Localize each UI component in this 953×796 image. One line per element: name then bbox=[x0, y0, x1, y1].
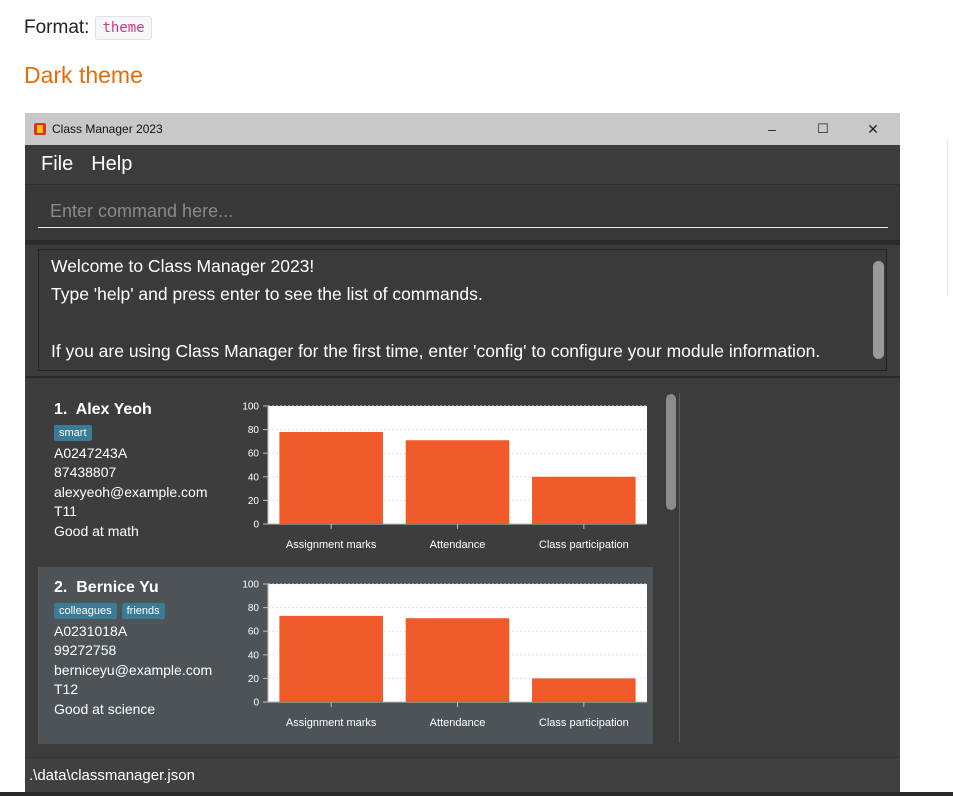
tag-list: smart bbox=[54, 425, 92, 441]
bar bbox=[405, 440, 510, 524]
section-heading: Dark theme bbox=[24, 62, 143, 88]
y-tick-label: 100 bbox=[242, 402, 259, 413]
student-card[interactable]: 2. Bernice Yu colleagues friends A023101… bbox=[38, 567, 663, 744]
tag: colleagues bbox=[54, 603, 117, 619]
student-chart: 0 20 40 60 80 100 Assignment marks Attendance Cl… bbox=[242, 402, 647, 551]
data-file-path: .\data\classmanager.json bbox=[29, 767, 195, 784]
tag: friends bbox=[121, 603, 165, 619]
y-tick-label: 80 bbox=[248, 425, 260, 436]
title-bar[interactable]: Class Manager 2023 – ☐ ✕ bbox=[25, 113, 900, 145]
bar bbox=[532, 476, 636, 524]
bar bbox=[279, 615, 383, 702]
student-email: alexyeoh@example.com bbox=[54, 484, 208, 500]
command-box bbox=[25, 185, 900, 245]
menu-bar: File Help bbox=[25, 145, 900, 185]
y-tick-label: 60 bbox=[248, 449, 260, 460]
panel-divider bbox=[25, 376, 900, 378]
command-input[interactable] bbox=[38, 195, 888, 228]
side-panel-edge bbox=[947, 140, 953, 295]
tag: smart bbox=[54, 425, 92, 441]
student-class: T12 bbox=[54, 681, 79, 697]
student-number: A0247243A bbox=[54, 445, 128, 461]
y-tick-label: 20 bbox=[248, 674, 260, 685]
x-tick-label: Assignment marks bbox=[286, 539, 377, 551]
window-title: Class Manager 2023 bbox=[52, 122, 163, 136]
tag-list: colleagues friends bbox=[54, 603, 165, 619]
y-tick-label: 80 bbox=[248, 603, 260, 614]
bar bbox=[279, 431, 383, 524]
student-name: 2. Bernice Yu bbox=[54, 579, 159, 596]
x-tick-label: Assignment marks bbox=[286, 717, 377, 729]
y-tick-label: 20 bbox=[248, 496, 260, 507]
status-bar: .\data\classmanager.json bbox=[25, 757, 900, 792]
bar bbox=[405, 618, 510, 702]
maximize-button[interactable]: ☐ bbox=[808, 113, 838, 145]
minimize-button[interactable]: – bbox=[757, 113, 787, 145]
student-phone: 99272758 bbox=[54, 642, 117, 658]
y-tick-label: 40 bbox=[248, 472, 260, 483]
student-list: 1. Alex Yeoh smart A0247243A 87438807 al… bbox=[38, 389, 663, 745]
app-logo-icon bbox=[34, 123, 46, 135]
x-tick-label: Class participation bbox=[539, 539, 629, 551]
format-code: theme bbox=[95, 16, 152, 40]
student-email: berniceyu@example.com bbox=[54, 662, 213, 678]
y-tick-label: 40 bbox=[248, 650, 260, 661]
y-tick-label: 100 bbox=[242, 580, 259, 591]
list-scrollbar-edge bbox=[679, 393, 680, 743]
doc-format-line: Format: theme bbox=[24, 16, 152, 40]
x-tick-label: Class participation bbox=[539, 717, 629, 729]
y-tick-label: 60 bbox=[248, 627, 260, 638]
x-tick-label: Attendance bbox=[430, 539, 486, 551]
format-label: Format: bbox=[24, 17, 90, 38]
student-chart: 0 20 40 60 80 100 Assignment marks Attendance Cl… bbox=[242, 580, 647, 729]
list-scrollbar-thumb[interactable] bbox=[666, 394, 676, 510]
student-class: T11 bbox=[54, 503, 78, 519]
close-button[interactable]: ✕ bbox=[858, 113, 888, 145]
y-tick-label: 0 bbox=[253, 698, 259, 709]
y-tick-label: 0 bbox=[253, 520, 259, 531]
bar bbox=[532, 678, 636, 702]
result-line-config: If you are using Class Manager for the f… bbox=[51, 341, 821, 361]
page-bottom-rule bbox=[0, 792, 953, 796]
student-phone: 87438807 bbox=[54, 464, 117, 480]
student-card[interactable]: 1. Alex Yeoh smart A0247243A 87438807 al… bbox=[38, 389, 663, 566]
student-name: 1. Alex Yeoh bbox=[54, 401, 152, 418]
x-tick-label: Attendance bbox=[430, 717, 486, 729]
menu-file[interactable]: File bbox=[41, 153, 73, 176]
student-comment: Good at science bbox=[54, 701, 156, 717]
student-comment: Good at math bbox=[54, 523, 139, 539]
menu-help[interactable]: Help bbox=[91, 153, 132, 176]
result-scrollbar[interactable] bbox=[873, 261, 884, 359]
student-number: A0231018A bbox=[54, 623, 128, 639]
result-display: Welcome to Class Manager 2023! Type 'hel… bbox=[38, 249, 887, 371]
result-line-help: Type 'help' and press enter to see the l… bbox=[51, 284, 483, 304]
result-line-welcome: Welcome to Class Manager 2023! bbox=[51, 256, 315, 276]
app-window: Class Manager 2023 – ☐ ✕ File Help Welco… bbox=[25, 113, 900, 792]
